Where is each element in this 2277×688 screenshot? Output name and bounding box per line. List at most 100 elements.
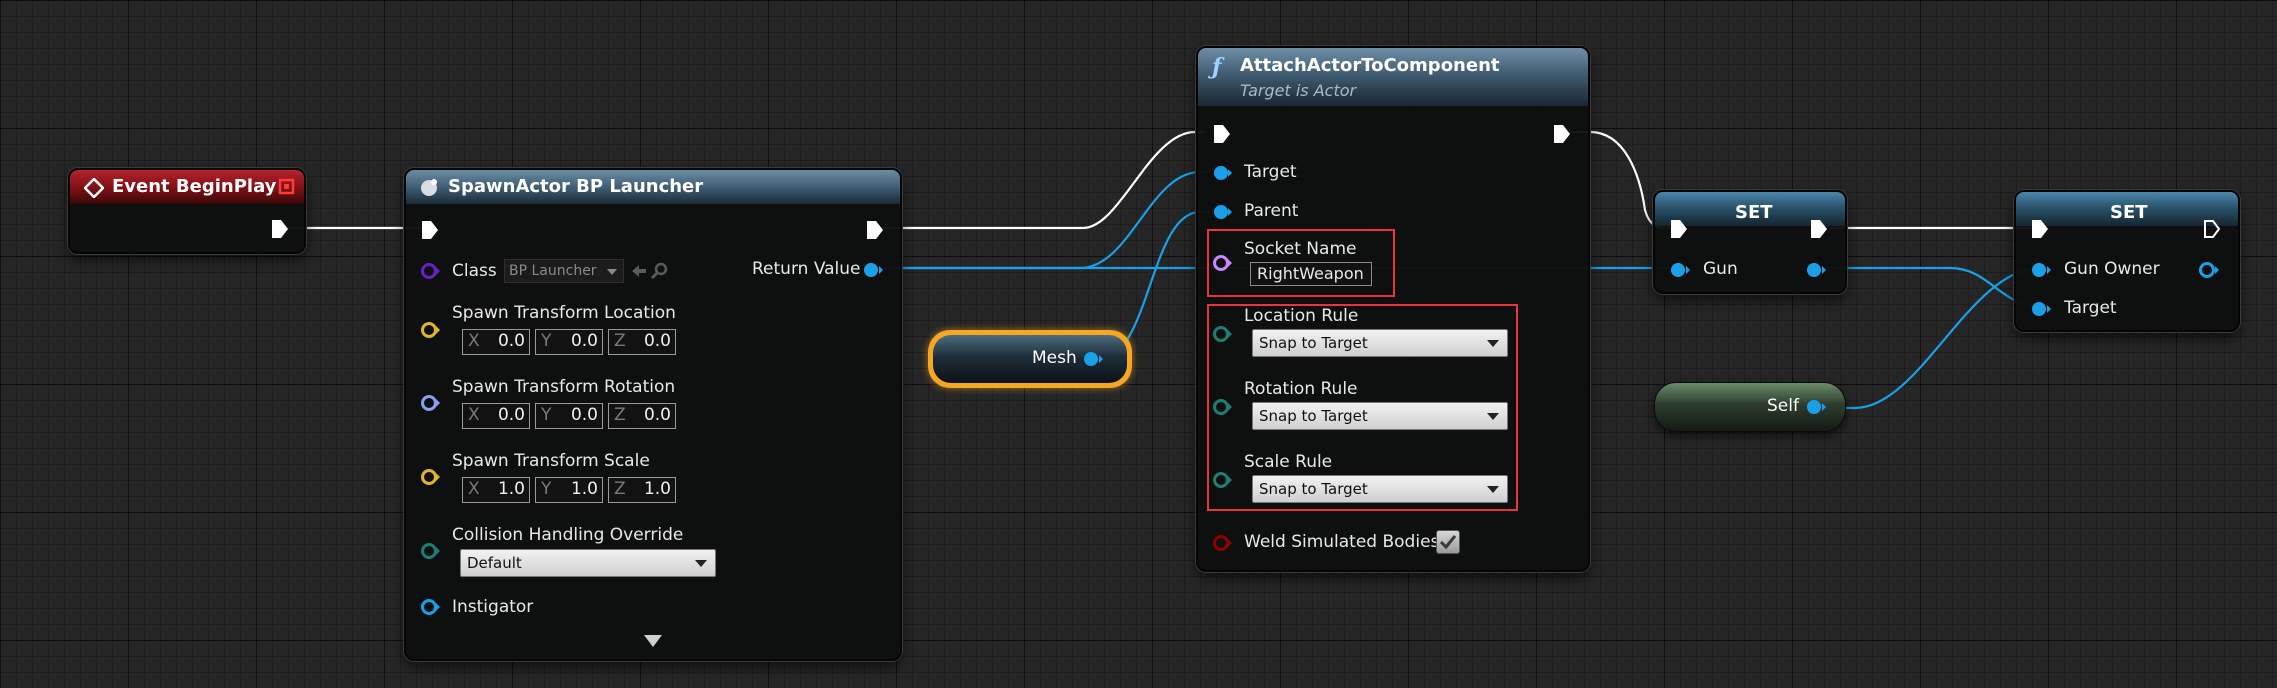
spawn-rotation-pin[interactable] <box>420 394 442 412</box>
gun-owner-in-pin[interactable] <box>2030 261 2054 279</box>
mesh-out-pin[interactable] <box>1082 350 1106 368</box>
scale-rule-pin[interactable] <box>1212 471 1234 489</box>
rotation-y-field[interactable]: Y 0.0 <box>535 403 603 429</box>
spawn-actor-title: SpawnActor BP Launcher <box>448 176 704 197</box>
set-gun-title: SET <box>1735 202 1773 223</box>
weld-bodies-checkbox[interactable] <box>1436 530 1460 554</box>
axis-x-label: X <box>468 331 480 351</box>
exec-out-pin[interactable] <box>1552 123 1572 145</box>
scale-rule-dropdown[interactable]: Snap to Target <box>1252 475 1508 503</box>
gun-label: Gun <box>1703 259 1738 279</box>
collision-override-dropdown[interactable]: Default <box>460 549 716 577</box>
exec-wire-spawn-attach <box>883 130 1205 230</box>
gun-in-pin[interactable] <box>1669 261 1693 279</box>
spawn-actor-icon <box>421 179 437 196</box>
exec-out-pin[interactable] <box>2202 218 2222 240</box>
spawn-rotation-label: Spawn Transform Rotation <box>452 377 676 397</box>
browse-search-icon[interactable] <box>650 261 670 281</box>
location-z-value: 0.0 <box>643 331 671 351</box>
axis-x-label: X <box>468 405 480 425</box>
class-pin[interactable] <box>420 262 442 280</box>
chevron-down-icon <box>695 560 707 567</box>
spawn-scale-pin[interactable] <box>420 468 442 486</box>
weld-bodies-pin[interactable] <box>1212 534 1234 552</box>
return-value-pin[interactable] <box>862 261 886 279</box>
mesh-variable-label: Mesh <box>1032 348 1077 368</box>
socket-name-pin[interactable] <box>1212 254 1234 272</box>
exec-in-pin[interactable] <box>2030 218 2050 240</box>
axis-y-label: Y <box>541 331 552 351</box>
scale-x-value: 1.0 <box>497 479 525 499</box>
parent-label: Parent <box>1244 201 1299 221</box>
axis-z-label: Z <box>614 479 626 499</box>
set-gun-node[interactable]: SET Gun <box>1653 190 1847 294</box>
attach-actor-title: AttachActorToComponent <box>1240 55 1500 76</box>
rotation-rule-dropdown[interactable]: Snap to Target <box>1252 402 1508 430</box>
location-rule-dropdown[interactable]: Snap to Target <box>1252 329 1508 357</box>
axis-y-label: Y <box>541 405 552 425</box>
set-gun-owner-title: SET <box>2110 202 2148 223</box>
event-beginplay-title: Event BeginPlay <box>112 176 277 197</box>
location-rule-label: Location Rule <box>1244 306 1359 326</box>
spawn-location-pin[interactable] <box>420 321 442 339</box>
event-beginplay-header[interactable]: Event BeginPlay <box>70 170 304 204</box>
target-in-pin[interactable] <box>2030 300 2054 318</box>
rotation-z-field[interactable]: Z 0.0 <box>608 403 676 429</box>
class-picker-arrow-icon <box>607 269 617 275</box>
rotation-x-field[interactable]: X 0.0 <box>462 403 530 429</box>
axis-y-label: Y <box>541 479 552 499</box>
rotation-x-value: 0.0 <box>497 405 525 425</box>
instigator-label: Instigator <box>452 597 534 617</box>
location-rule-value: Snap to Target <box>1259 334 1368 352</box>
spawn-actor-header[interactable]: SpawnActor BP Launcher <box>406 170 900 204</box>
exec-out-pin[interactable] <box>270 218 290 240</box>
scale-y-field[interactable]: Y 1.0 <box>535 477 603 503</box>
spawn-actor-node[interactable]: SpawnActor BP Launcher Class BP Launcher… <box>404 168 902 661</box>
scale-y-value: 1.0 <box>570 479 598 499</box>
exec-in-pin[interactable] <box>1669 218 1689 240</box>
location-y-field[interactable]: Y 0.0 <box>535 329 603 355</box>
checkmark-icon <box>1439 535 1457 550</box>
object-wire-return-target <box>877 170 1210 270</box>
socket-name-label: Socket Name <box>1244 239 1357 259</box>
attach-actor-node[interactable]: ƒ AttachActorToComponent Target is Actor… <box>1196 46 1590 572</box>
self-out-pin[interactable] <box>1805 398 1829 416</box>
location-rule-pin[interactable] <box>1212 325 1234 343</box>
expand-advanced-icon[interactable] <box>644 635 662 647</box>
event-beginplay-node[interactable]: Event BeginPlay <box>68 168 306 254</box>
spawn-location-label: Spawn Transform Location <box>452 303 676 323</box>
axis-z-label: Z <box>614 331 626 351</box>
location-x-value: 0.0 <box>497 331 525 351</box>
socket-name-input[interactable]: RightWeapon <box>1250 262 1372 286</box>
scale-x-field[interactable]: X 1.0 <box>462 477 530 503</box>
target-pin[interactable] <box>1212 164 1234 182</box>
rotation-rule-value: Snap to Target <box>1259 407 1368 425</box>
rotation-rule-label: Rotation Rule <box>1244 379 1358 399</box>
mesh-variable-node[interactable]: Mesh <box>928 330 1132 388</box>
use-selected-arrow-icon[interactable] <box>630 262 648 280</box>
axis-z-label: Z <box>614 405 626 425</box>
rotation-rule-pin[interactable] <box>1212 398 1234 416</box>
class-picker[interactable]: BP Launcher <box>504 259 624 283</box>
delegate-pin-icon[interactable] <box>278 178 296 196</box>
exec-in-pin[interactable] <box>1212 123 1232 145</box>
parent-pin[interactable] <box>1212 203 1234 221</box>
location-x-field[interactable]: X 0.0 <box>462 329 530 355</box>
instigator-pin[interactable] <box>420 598 442 616</box>
collision-override-pin[interactable] <box>420 542 442 560</box>
exec-out-pin[interactable] <box>1809 218 1829 240</box>
scale-z-field[interactable]: Z 1.0 <box>608 477 676 503</box>
self-node[interactable]: Self <box>1654 382 1846 432</box>
gun-out-pin[interactable] <box>1805 261 1829 279</box>
rotation-z-value: 0.0 <box>643 405 671 425</box>
target-label: Target <box>1244 162 1297 182</box>
exec-in-pin[interactable] <box>420 219 440 241</box>
location-z-field[interactable]: Z 0.0 <box>608 329 676 355</box>
exec-out-pin[interactable] <box>865 219 885 241</box>
gun-owner-out-pin[interactable] <box>2198 261 2222 279</box>
class-label: Class <box>452 261 497 281</box>
attach-actor-header[interactable]: ƒ AttachActorToComponent Target is Actor <box>1198 48 1588 106</box>
gun-owner-label: Gun Owner <box>2064 259 2160 279</box>
scale-rule-label: Scale Rule <box>1244 452 1333 472</box>
set-gun-owner-node[interactable]: SET Gun Owner Target <box>2014 190 2240 332</box>
